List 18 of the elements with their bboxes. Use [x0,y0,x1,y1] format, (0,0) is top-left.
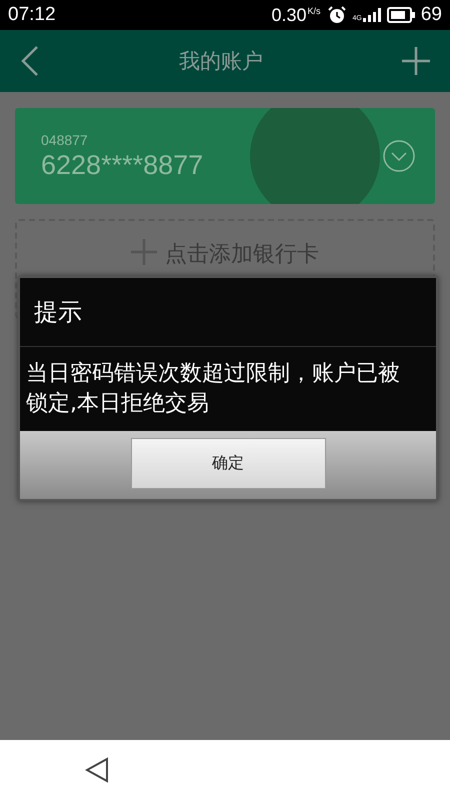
clock-time: 07:12 [8,4,56,26]
speed-unit: K/s [308,6,321,16]
back-icon[interactable] [20,45,40,77]
bank-card[interactable]: 048877 6228****8877 [15,108,435,204]
back-triangle-icon[interactable] [85,757,109,783]
signal-bars-icon [362,8,381,22]
dialog-message: 当日密码错误次数超过限制，账户已被锁定,本日拒绝交易 [25,360,401,418]
battery-level: 69 [420,4,442,26]
page-title: 我的账户 [179,48,263,75]
card-number: 6228****8877 [41,150,204,180]
battery-icon [386,7,415,23]
alarm-clock-icon [326,5,347,25]
card-branch-code: 048877 [41,132,89,148]
network-speed: 0.30 [271,4,306,26]
add-icon[interactable] [402,47,430,75]
dialog-title: 提示 [20,278,436,347]
confirm-button[interactable]: 确定 [130,438,326,489]
expand-chevron-icon[interactable] [383,140,415,172]
